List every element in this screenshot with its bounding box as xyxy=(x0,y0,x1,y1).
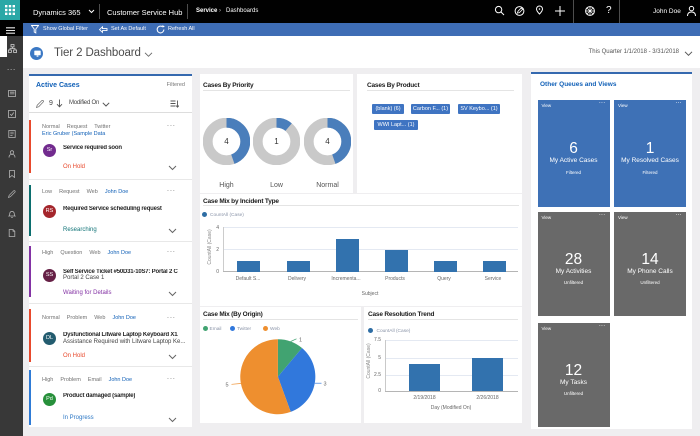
svg-text:3: 3 xyxy=(324,381,327,387)
svg-text:1: 1 xyxy=(299,338,302,344)
svg-text:5: 5 xyxy=(226,383,229,389)
